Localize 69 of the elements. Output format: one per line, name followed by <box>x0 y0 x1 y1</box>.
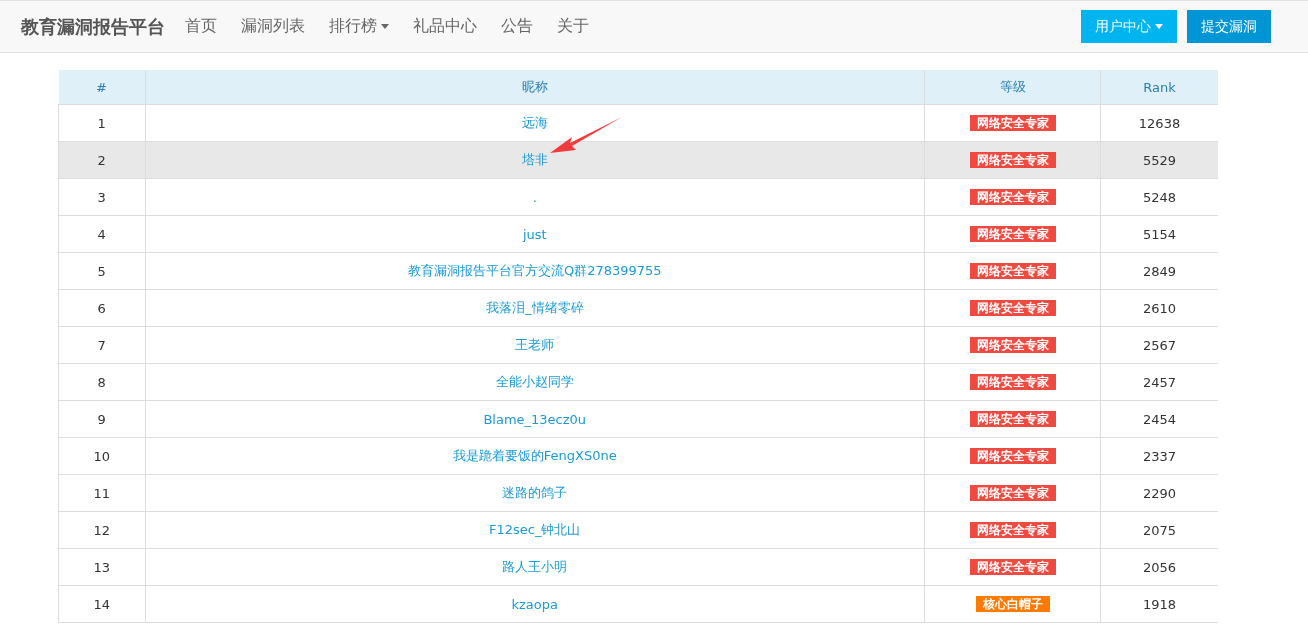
rank-index: 12 <box>58 511 145 549</box>
rank-score: 2290 <box>1100 474 1218 512</box>
rank-index: 5 <box>58 252 145 290</box>
rank-index: 8 <box>58 363 145 401</box>
level-badge: 网络安全专家 <box>969 299 1056 316</box>
column-header: 等级 <box>924 70 1101 105</box>
rank-score: 2610 <box>1100 289 1218 327</box>
nickname-link[interactable]: 王老师 <box>515 337 555 352</box>
rank-index: 14 <box>58 585 145 623</box>
column-header: Rank <box>1100 70 1218 105</box>
rank-score: 2056 <box>1100 548 1218 586</box>
rank-index: 10 <box>58 437 145 475</box>
rank-score: 5154 <box>1100 215 1218 253</box>
nickname-link[interactable]: 教育漏洞报告平台官方交流Q群278399755 <box>407 263 662 278</box>
rank-score: 2337 <box>1100 437 1218 475</box>
nav-link[interactable]: 公告 <box>501 16 533 37</box>
nickname-link[interactable]: 全能小赵同学 <box>495 374 574 389</box>
level-badge: 网络安全专家 <box>969 188 1056 205</box>
nickname-link[interactable]: . <box>532 189 537 205</box>
nickname-link[interactable]: 远海 <box>521 115 548 130</box>
rank-score: 5248 <box>1100 178 1218 216</box>
rank-score: 2454 <box>1100 400 1218 438</box>
rank-index: 3 <box>58 178 145 216</box>
rank-index: 7 <box>58 326 145 364</box>
level-badge: 网络安全专家 <box>969 373 1056 390</box>
nickname-link[interactable]: 迷路的鸽子 <box>502 485 568 500</box>
site-brand[interactable]: 教育漏洞报告平台 <box>21 14 165 39</box>
nav-link[interactable]: 礼品中心 <box>413 16 477 37</box>
rank-score: 2075 <box>1100 511 1218 549</box>
rank-score: 12638 <box>1100 104 1218 142</box>
nickname-link[interactable]: just <box>522 226 547 242</box>
nav-link[interactable]: 漏洞列表 <box>241 16 305 37</box>
level-badge: 网络安全专家 <box>969 484 1056 501</box>
level-badge: 网络安全专家 <box>969 336 1056 353</box>
nav-link[interactable]: 排行榜 <box>329 16 389 37</box>
nickname-link[interactable]: 我落泪_情绪零碎 <box>486 300 584 315</box>
level-badge: 网络安全专家 <box>969 262 1056 279</box>
rank-score: 1918 <box>1100 585 1218 623</box>
nickname-link[interactable]: 路人王小明 <box>502 559 568 574</box>
rank-index: 11 <box>58 474 145 512</box>
rank-index: 9 <box>58 400 145 438</box>
level-badge: 核心白帽子 <box>975 595 1050 612</box>
level-badge: 网络安全专家 <box>969 521 1056 538</box>
rank-index: 4 <box>58 215 145 253</box>
submit-button[interactable]: 提交漏洞 <box>1187 10 1271 43</box>
nav-link[interactable]: 首页 <box>185 16 217 37</box>
level-badge: 网络安全专家 <box>969 114 1056 131</box>
level-badge: 网络安全专家 <box>969 151 1056 168</box>
rank-score: 5529 <box>1100 141 1218 179</box>
level-badge: 网络安全专家 <box>969 447 1056 464</box>
column-header: 昵称 <box>145 70 925 105</box>
rank-index: 2 <box>58 141 145 179</box>
nickname-link[interactable]: Blame_13ecz0u <box>483 411 587 427</box>
rank-index: 13 <box>58 548 145 586</box>
nickname-link[interactable]: kzaopa <box>511 596 558 612</box>
level-badge: 网络安全专家 <box>969 410 1056 427</box>
rank-score: 2457 <box>1100 363 1218 401</box>
nav-link[interactable]: 关于 <box>557 16 589 37</box>
nickname-link[interactable]: F12sec_钟北山 <box>489 522 581 537</box>
level-badge: 网络安全专家 <box>969 558 1056 575</box>
nickname-link[interactable]: 我是跪着要饭的FengXS0ne <box>452 448 617 463</box>
level-badge: 网络安全专家 <box>969 225 1056 242</box>
user-center-button[interactable]: 用户中心 <box>1081 10 1177 43</box>
rank-score: 2567 <box>1100 326 1218 364</box>
rank-score: 2849 <box>1100 252 1218 290</box>
rank-index: 6 <box>58 289 145 327</box>
rank-index: 1 <box>58 104 145 142</box>
column-header: # <box>58 70 145 105</box>
nickname-link[interactable]: 塔非 <box>521 152 548 167</box>
